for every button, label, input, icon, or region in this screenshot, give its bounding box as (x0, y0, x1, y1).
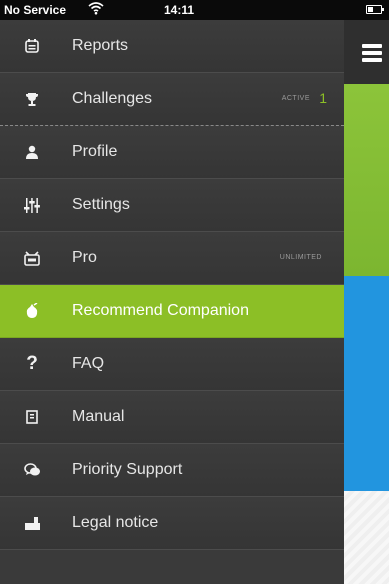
pro-icon (22, 248, 42, 268)
status-badge: ACTIVE (281, 95, 310, 102)
menu-item-recommend-companion[interactable]: Recommend Companion (0, 285, 344, 338)
battery-icon (366, 5, 384, 14)
menu-item-profile[interactable]: Profile (0, 126, 344, 179)
clock: 14:11 (164, 3, 195, 17)
menu-item-reports[interactable]: Reports (0, 20, 344, 73)
menu-label: Reports (72, 37, 129, 54)
legal-icon (22, 513, 42, 533)
main-content-peek[interactable] (344, 20, 389, 584)
status-bar: No Service 14:11 (0, 0, 389, 20)
menu-item-pro[interactable]: Pro UNLIMITED (0, 232, 344, 285)
calendar-icon (22, 36, 42, 56)
person-icon (22, 142, 42, 162)
content-panel-blue (344, 276, 389, 491)
chat-bubbles-icon (22, 460, 42, 480)
book-icon (22, 407, 42, 427)
menu-label: FAQ (72, 355, 105, 372)
menu-label: Priority Support (72, 461, 183, 478)
side-menu: Reports Challenges ACTIVE 1 Profile Sett… (0, 20, 344, 584)
content-panel-green (344, 84, 389, 276)
menu-label: Pro (72, 249, 97, 266)
trophy-icon (22, 89, 42, 109)
recommend-icon (22, 301, 42, 321)
menu-label: Manual (72, 408, 125, 425)
menu-item-settings[interactable]: Settings (0, 179, 344, 232)
menu-label: Recommend Companion (72, 302, 249, 319)
menu-label: Challenges (72, 90, 153, 107)
menu-item-legal-notice[interactable]: Legal notice (0, 497, 344, 550)
menu-item-faq[interactable]: ? FAQ (0, 338, 344, 391)
menu-item-manual[interactable]: Manual (0, 391, 344, 444)
content-panel-white (344, 491, 389, 584)
menu-item-priority-support[interactable]: Priority Support (0, 444, 344, 497)
menu-label: Settings (72, 196, 130, 213)
count-badge: 1 (319, 90, 327, 106)
wifi-icon (88, 1, 104, 18)
status-badge: UNLIMITED (279, 254, 322, 261)
menu-label: Legal notice (72, 514, 159, 531)
question-icon: ? (26, 353, 38, 374)
menu-item-challenges[interactable]: Challenges ACTIVE 1 (0, 73, 344, 126)
menu-toggle-button[interactable] (344, 20, 389, 84)
menu-label: Profile (72, 143, 118, 160)
carrier-label: No Service (4, 3, 67, 17)
sliders-icon (22, 195, 42, 215)
